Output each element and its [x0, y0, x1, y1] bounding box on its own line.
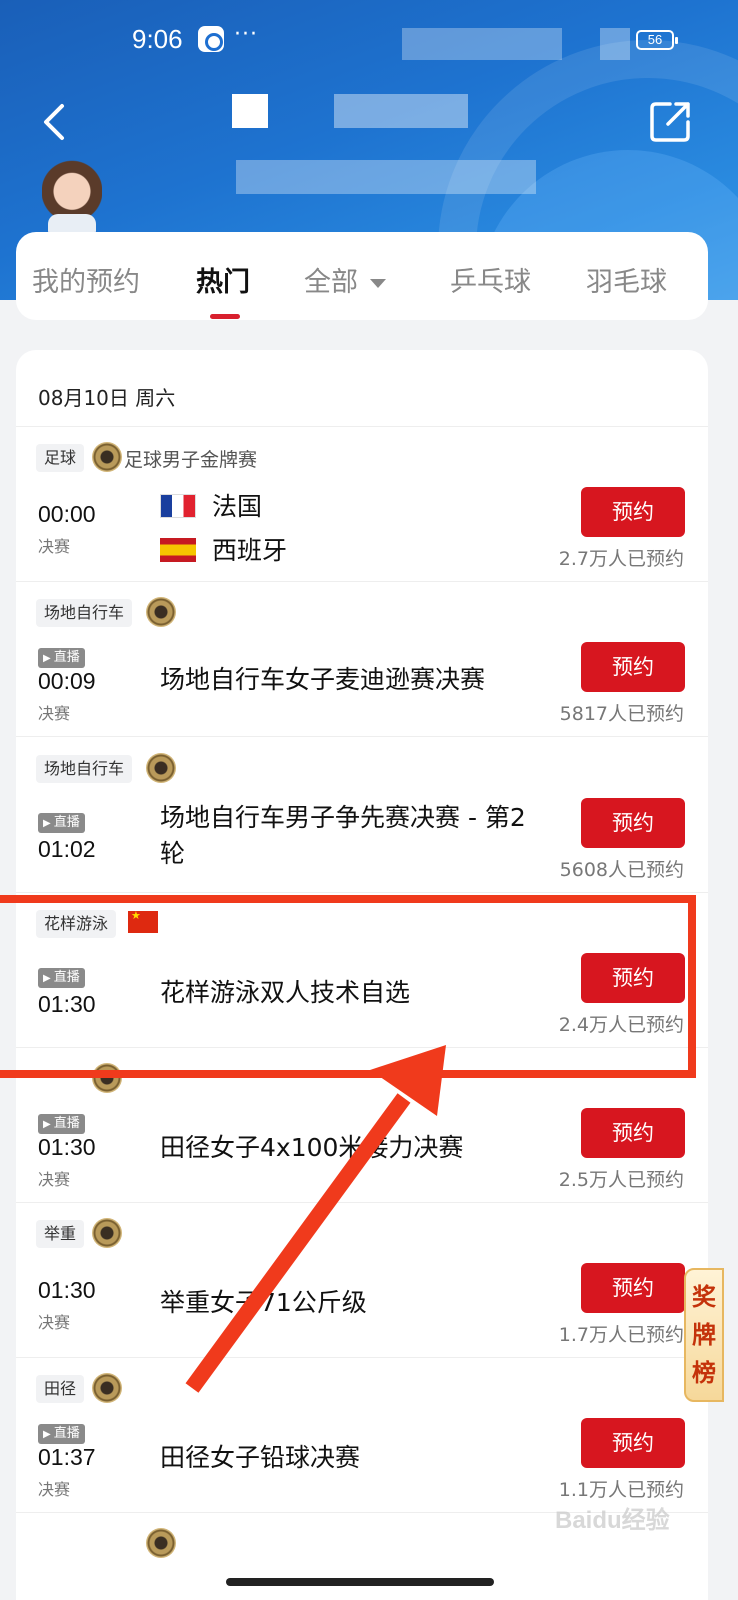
event-time: 00:09 — [38, 668, 96, 694]
gold-medal-icon — [146, 597, 176, 627]
event-title: 举重女子71公斤级 — [160, 1288, 367, 1317]
gold-medal-icon — [146, 753, 176, 783]
event-time: 01:37 — [38, 1444, 96, 1470]
event-title: 场地自行车男子争先赛决赛 - 第2轮 — [160, 803, 526, 868]
event-time: 01:02 — [38, 836, 96, 862]
event-stage: 决赛 — [38, 1313, 71, 1332]
reservation-count: 5817人已预约 — [559, 703, 684, 725]
gold-medal-icon — [146, 1528, 176, 1558]
team-row: 法国 — [160, 487, 262, 523]
tab-all-label: 全部 — [304, 267, 358, 298]
live-badge: 直播 — [38, 813, 85, 833]
spain-flag-icon — [160, 538, 196, 562]
status-time: 9:06 — [132, 24, 183, 54]
event-row[interactable]: 举重 01:30 决赛 举重女子71公斤级 预约 1.7万人已预约 — [16, 1203, 708, 1358]
reservation-count: 1.7万人已预约 — [558, 1324, 684, 1346]
event-title: 场地自行车女子麦迪逊赛决赛 — [160, 665, 486, 694]
reserve-button[interactable]: 预约 — [581, 1108, 685, 1158]
back-button[interactable] — [38, 100, 78, 144]
gold-medal-icon — [92, 442, 122, 472]
team-name: 法国 — [212, 492, 263, 521]
sport-tag: 足球 — [36, 444, 85, 472]
reservation-count: 2.7万人已预约 — [558, 548, 684, 570]
tab-hot[interactable]: 热门 — [196, 260, 250, 299]
notification-app-icon — [198, 26, 224, 52]
live-badge: 直播 — [38, 1114, 85, 1134]
event-stage: 决赛 — [38, 1170, 71, 1189]
reservation-count: 1.1万人已预约 — [558, 1479, 684, 1501]
caret-down-icon — [370, 279, 386, 288]
tab-all[interactable]: 全部 — [304, 260, 386, 299]
watermark: Baidu经验 — [555, 1507, 670, 1534]
obscured-title — [334, 94, 468, 128]
event-time: 01:30 — [38, 1277, 96, 1303]
event-row[interactable]: 场地自行车 直播 01:02 场地自行车男子争先赛决赛 - 第2轮 预约 560… — [16, 738, 708, 893]
date-header: 08月10日 周六 — [38, 386, 176, 410]
gold-medal-icon — [92, 1373, 122, 1403]
event-row[interactable]: 场地自行车 直播 00:09 决赛 场地自行车女子麦迪逊赛决赛 预约 5817人… — [16, 582, 708, 737]
reservation-count: 2.5万人已预约 — [558, 1169, 684, 1191]
tab-table-tennis[interactable]: 乒乓球 — [450, 260, 531, 299]
obscured-status-icons — [600, 28, 630, 60]
event-stage: 决赛 — [38, 1480, 71, 1499]
event-row[interactable]: 田径 直播 01:37 决赛 田径女子铅球决赛 预约 1.1万人已预约 — [16, 1358, 708, 1513]
sport-tag: 田径 — [36, 1375, 85, 1403]
highlight-box — [0, 895, 696, 1078]
medal-rank-button[interactable]: 奖牌榜 — [684, 1268, 724, 1402]
category-tabs: 我的预约 热门 全部 乒乓球 羽毛球 — [16, 232, 708, 320]
home-indicator[interactable] — [226, 1578, 494, 1586]
live-badge: 直播 — [38, 1424, 85, 1444]
obscured-subtitle — [236, 160, 536, 194]
france-flag-icon — [160, 494, 196, 518]
active-tab-indicator — [210, 314, 240, 319]
sport-tag: 举重 — [36, 1220, 85, 1248]
gold-medal-icon — [92, 1218, 122, 1248]
avatar[interactable] — [42, 158, 102, 232]
tab-my-reservations[interactable]: 我的预约 — [32, 260, 140, 299]
sport-tag: 场地自行车 — [36, 755, 133, 783]
event-time: 01:30 — [38, 1134, 96, 1160]
event-title: 田径女子4x100米接力决赛 — [160, 1133, 464, 1162]
event-stage: 决赛 — [38, 704, 71, 723]
more-notifications-icon: ··· — [234, 22, 258, 47]
live-badge: 直播 — [38, 648, 85, 668]
reservation-count: 5608人已预约 — [559, 859, 684, 881]
tab-badminton[interactable]: 羽毛球 — [586, 260, 667, 299]
sport-tag: 场地自行车 — [36, 599, 133, 627]
event-title: 田径女子铅球决赛 — [160, 1443, 361, 1472]
obscured-status-icons — [402, 28, 562, 60]
reserve-button[interactable]: 预约 — [581, 1418, 685, 1468]
event-subtitle: 足球男子金牌赛 — [124, 449, 258, 471]
share-button[interactable] — [648, 98, 694, 144]
reserve-button[interactable]: 预约 — [581, 798, 685, 848]
event-row[interactable]: 足球 足球男子金牌赛 00:00 决赛 法国 西班牙 预约 2.7万人已预约 — [16, 427, 708, 582]
event-time: 00:00 — [38, 501, 96, 527]
team-name: 西班牙 — [212, 536, 288, 565]
event-stage: 决赛 — [38, 537, 71, 556]
team-row: 西班牙 — [160, 531, 287, 567]
obscured-title — [232, 94, 268, 128]
share-icon — [650, 102, 690, 142]
battery-icon: 56 — [636, 30, 678, 50]
reserve-button[interactable]: 预约 — [581, 487, 685, 537]
reserve-button[interactable]: 预约 — [581, 1263, 685, 1313]
reserve-button[interactable]: 预约 — [581, 642, 685, 692]
